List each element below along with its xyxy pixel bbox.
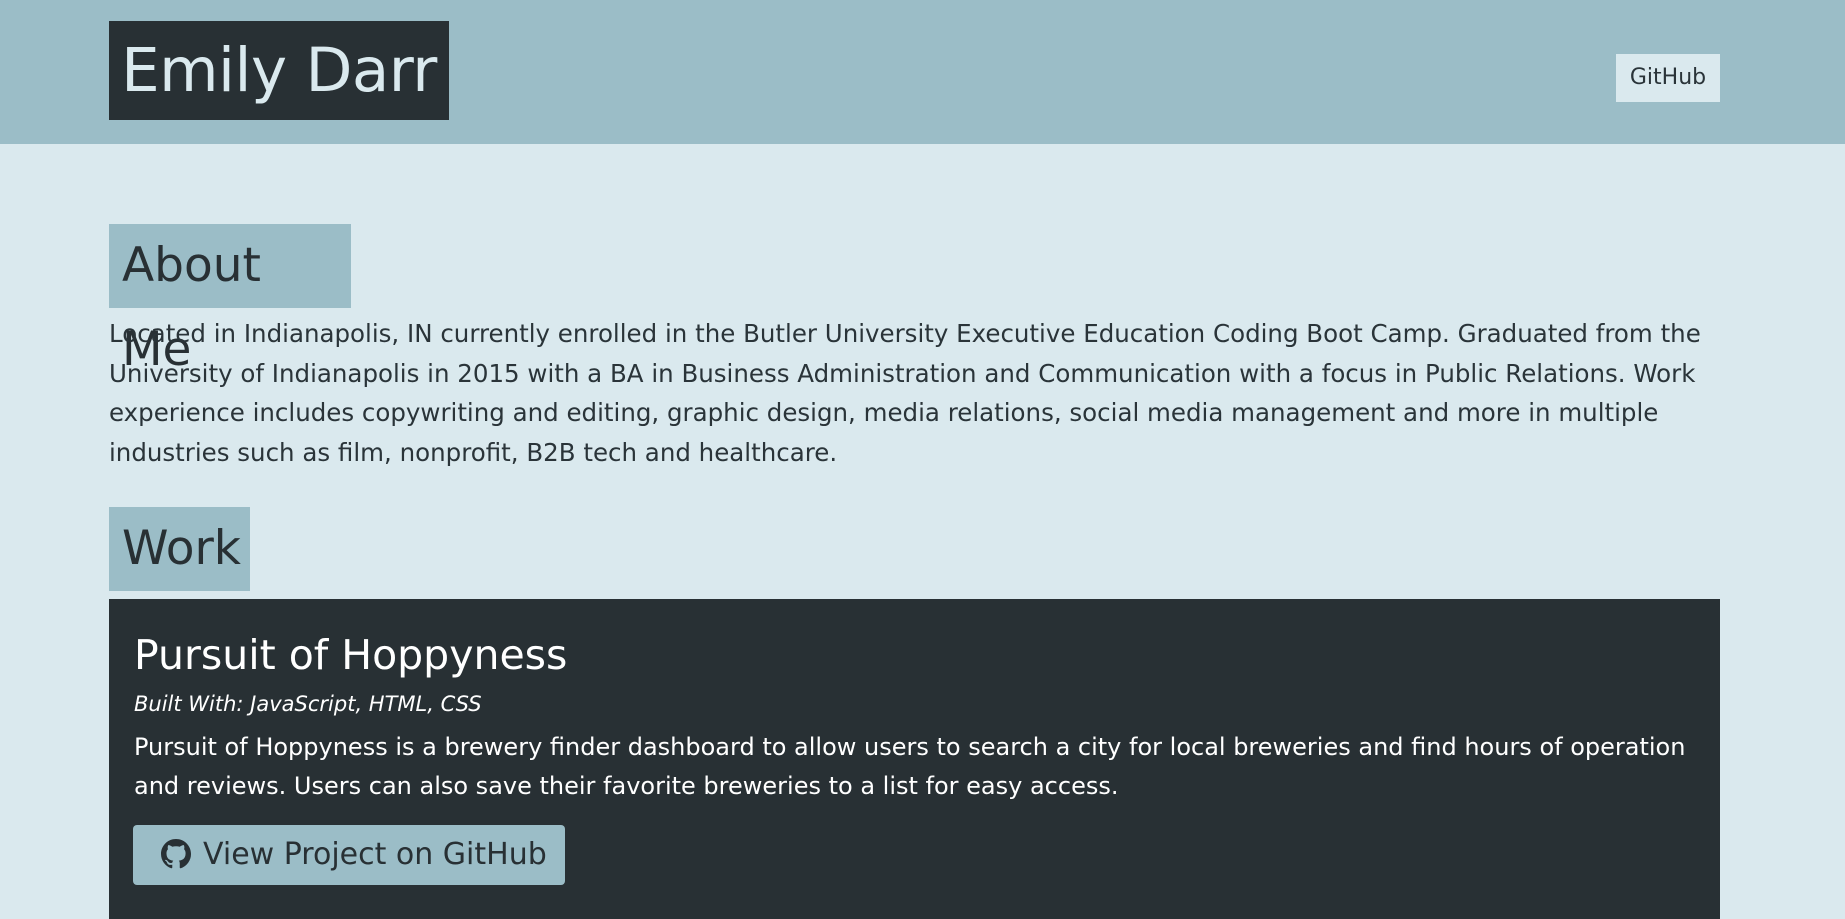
site-header: Emily Darr GitHub — [0, 0, 1845, 144]
work-heading: Work — [109, 507, 250, 591]
view-project-github-button[interactable]: View Project on GitHub — [133, 825, 565, 885]
project-card: Pursuit of Hoppyness Built With: JavaScr… — [109, 599, 1720, 919]
nav-github-link[interactable]: GitHub — [1616, 54, 1720, 102]
view-project-github-label: View Project on GitHub — [203, 837, 547, 872]
site-brand[interactable]: Emily Darr — [109, 21, 449, 120]
about-paragraph: Located in Indianapolis, IN currently en… — [109, 319, 1701, 467]
project-description: Pursuit of Hoppyness is a brewery finder… — [134, 733, 1686, 800]
about-heading: About Me — [109, 224, 351, 377]
github-icon — [161, 839, 191, 869]
project-title: Pursuit of Hoppyness — [134, 631, 568, 679]
project-built-with: Built With: JavaScript, HTML, CSS — [134, 692, 482, 716]
